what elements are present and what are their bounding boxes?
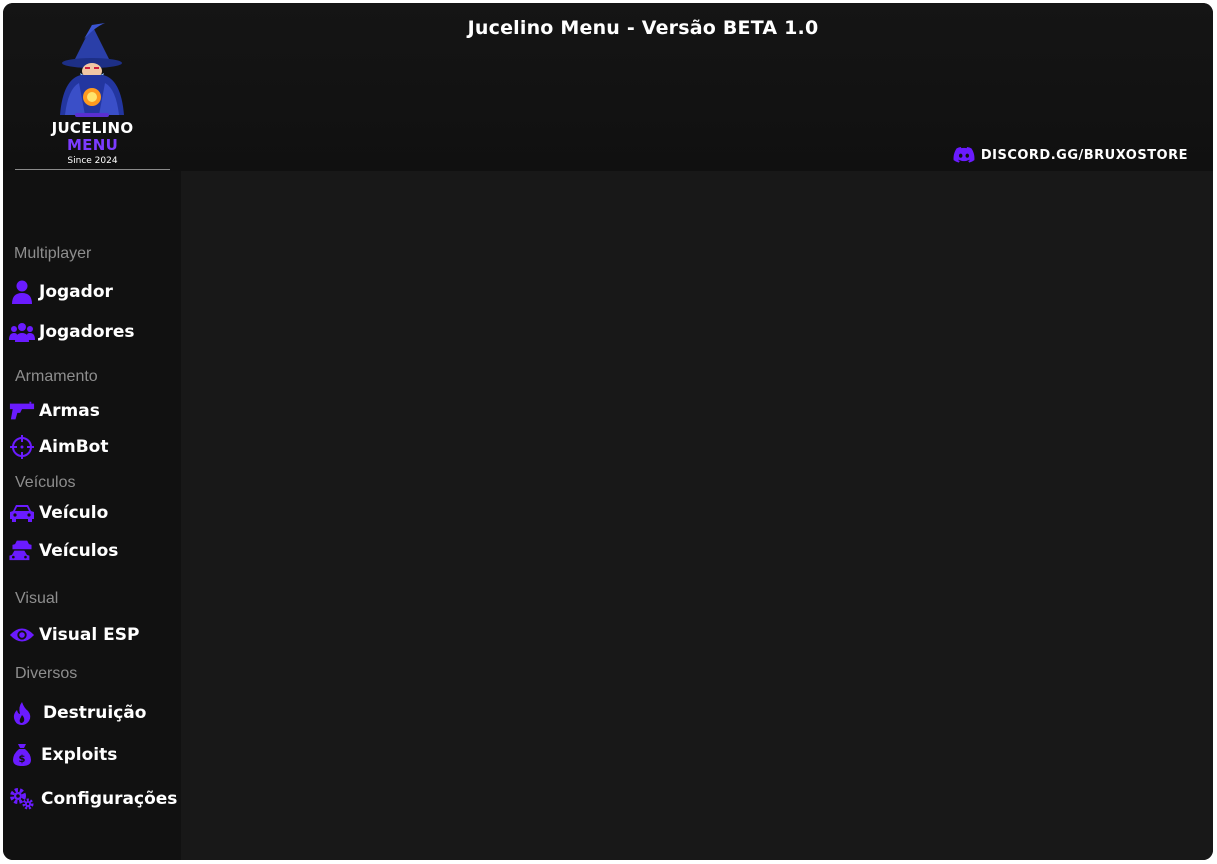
sidebar-item-label: Veículo	[39, 503, 109, 523]
logo-title: JUCELINO	[51, 119, 134, 137]
cars-icon	[9, 538, 35, 564]
sidebar-item-veiculos[interactable]: Veículos	[9, 537, 118, 565]
app-window: Jucelino Menu - Versão BETA 1.0 JUCELINO…	[3, 3, 1213, 860]
sidebar-item-jogadores[interactable]: Jogadores	[9, 318, 135, 346]
user-icon	[9, 279, 35, 305]
sidebar-item-exploits[interactable]: $ Exploits	[9, 741, 117, 769]
sidebar-item-armas[interactable]: Armas	[9, 397, 100, 425]
sidebar-item-destruicao[interactable]: Destruição	[9, 699, 146, 727]
sidebar-item-label: Veículos	[39, 541, 119, 561]
logo-divider	[15, 169, 170, 170]
window-title: Jucelino Menu - Versão BETA 1.0	[467, 17, 819, 39]
sidebar-item-label: Armas	[39, 401, 100, 421]
car-icon	[9, 500, 35, 526]
content-panel	[181, 171, 1213, 860]
sidebar-item-label: AimBot	[39, 437, 109, 457]
section-veiculos: Veículos	[15, 474, 76, 491]
gears-icon	[9, 786, 35, 812]
section-armamento: Armamento	[15, 368, 98, 385]
section-visual: Visual	[15, 590, 59, 607]
fire-icon	[9, 700, 35, 726]
discord-icon	[953, 147, 975, 163]
sidebar-item-label: Exploits	[41, 745, 118, 765]
sidebar-item-jogador[interactable]: Jogador	[9, 278, 113, 306]
wizard-logo-icon	[60, 23, 124, 117]
gun-icon	[9, 398, 35, 424]
logo-subtitle: MENU	[66, 136, 119, 154]
sidebar-item-label: Destruição	[43, 703, 147, 723]
sidebar-item-label: Jogadores	[39, 322, 135, 342]
crosshair-icon	[9, 434, 35, 460]
users-icon	[9, 319, 35, 345]
header: Jucelino Menu - Versão BETA 1.0 JUCELINO…	[3, 3, 1213, 171]
section-multiplayer: Multiplayer	[14, 245, 92, 262]
sidebar-item-configuracoes[interactable]: Configurações	[9, 785, 177, 813]
sidebar-item-label: Jogador	[39, 282, 113, 302]
logo: JUCELINO MENU Since 2024	[15, 19, 170, 171]
section-diversos: Diversos	[15, 665, 78, 682]
sidebar-item-aimbot[interactable]: AimBot	[9, 433, 108, 461]
svg-text:$: $	[19, 754, 26, 765]
sidebar-item-visual-esp[interactable]: Visual ESP	[9, 621, 139, 649]
sidebar-item-label: Configurações	[41, 789, 178, 809]
sidebar-item-veiculo[interactable]: Veículo	[9, 499, 108, 527]
discord-link[interactable]: DISCORD.GG/BRUXOSTORE	[953, 147, 1188, 163]
logo-since: Since 2024	[67, 156, 118, 166]
eye-icon	[9, 622, 35, 648]
sidebar-item-label: Visual ESP	[39, 625, 140, 645]
sidebar: Multiplayer Jogador Jogadores Armamento …	[3, 171, 181, 860]
money-bag-icon: $	[9, 742, 35, 768]
discord-label: DISCORD.GG/BRUXOSTORE	[980, 147, 1188, 163]
